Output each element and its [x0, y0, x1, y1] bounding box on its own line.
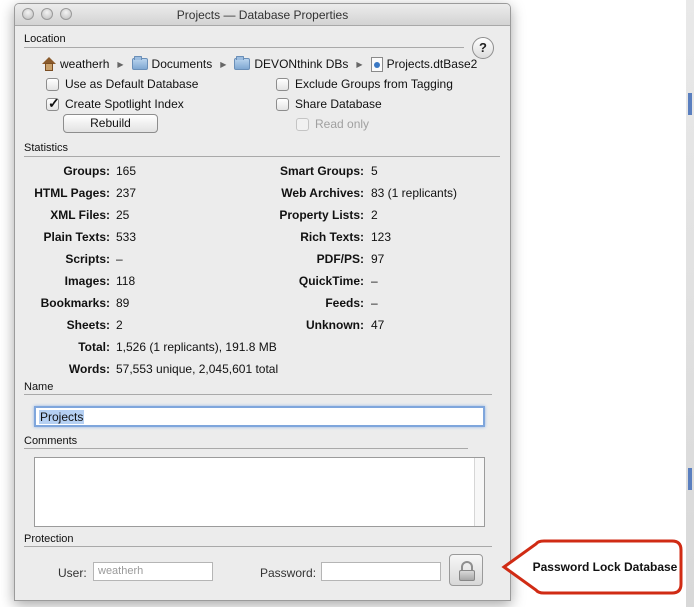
stat-value-plain-texts: 533 [116, 230, 137, 244]
stat-key-rich-texts: Rich Texts: [300, 230, 364, 244]
title-bar[interactable]: Projects — Database Properties [15, 4, 510, 26]
stat-value-web-archives: 83 (1 replicants) [371, 186, 458, 200]
comments-section-label: Comments [24, 435, 78, 447]
read-only-label: Read only [315, 117, 370, 131]
use-default-database-option[interactable]: Use as Default Database [46, 77, 198, 91]
share-database-label: Share Database [295, 97, 382, 111]
stat-value-images: 118 [116, 274, 136, 288]
stat-key-property-lists: Property Lists: [279, 208, 364, 222]
database-properties-window: Projects — Database Properties Location … [14, 3, 511, 601]
password-lock-callout: Password Lock Database [500, 538, 684, 596]
stat-key-total: Total: [78, 340, 110, 354]
stat-key-feeds: Feeds: [325, 296, 364, 310]
exclude-groups-checkbox[interactable] [276, 77, 289, 91]
path-item-home[interactable]: weatherh [42, 57, 109, 71]
path-item-documents[interactable]: Documents [131, 56, 213, 71]
path-item-label: Documents [151, 57, 213, 71]
statistics-section-label: Statistics [24, 142, 69, 154]
folder-icon [234, 56, 251, 70]
share-database-checkbox[interactable] [276, 97, 289, 111]
use-default-database-checkbox[interactable] [46, 77, 59, 91]
background-selection-mark [688, 93, 692, 115]
user-label: User: [58, 566, 87, 580]
stat-key-xml-files: XML Files: [50, 208, 110, 222]
background-selection-mark [688, 468, 692, 490]
path-separator-icon: ▶ [220, 59, 227, 69]
stat-value-sheets: 2 [116, 318, 123, 332]
folder-icon [131, 56, 148, 70]
create-spotlight-index-checkbox[interactable] [46, 95, 60, 112]
stat-value-rich-texts: 123 [371, 230, 392, 244]
comments-textarea[interactable] [34, 457, 485, 527]
share-database-option[interactable]: Share Database [276, 97, 382, 111]
path-item-database[interactable]: Projects.dtBase2 [370, 56, 478, 72]
rebuild-button[interactable]: Rebuild [63, 114, 158, 133]
name-input-value: Projects [39, 410, 85, 424]
path-item-devonthink-dbs[interactable]: DEVONthink DBs [234, 56, 349, 71]
path-item-label: DEVONthink DBs [254, 57, 349, 71]
stat-key-html-pages: HTML Pages: [34, 186, 110, 200]
read-only-checkbox [296, 117, 309, 131]
path-bar: weatherh ▶ Documents ▶ DEVONthink DBs ▶ … [42, 54, 485, 74]
stat-value-quicktime: – [371, 274, 378, 288]
stat-key-web-archives: Web Archives: [281, 186, 364, 200]
comments-divider [24, 448, 468, 449]
comments-scrollbar[interactable] [474, 458, 484, 526]
read-only-option: Read only [296, 117, 369, 131]
location-section-label: Location [24, 33, 66, 45]
background-window-edge [686, 0, 694, 607]
stat-value-unknown: 47 [371, 318, 385, 332]
password-lock-button[interactable] [449, 554, 483, 586]
stat-key-plain-texts: Plain Texts: [43, 230, 110, 244]
stat-value-html-pages: 237 [116, 186, 137, 200]
path-separator-icon: ▶ [117, 59, 124, 69]
stat-key-quicktime: QuickTime: [298, 274, 364, 288]
exclude-groups-label: Exclude Groups from Tagging [295, 77, 453, 91]
stat-key-unknown: Unknown: [306, 318, 364, 332]
create-spotlight-index-label: Create Spotlight Index [65, 97, 184, 111]
name-divider [24, 394, 492, 395]
stat-value-words: 57,553 unique, 2,045,601 total [116, 362, 279, 376]
statistics-divider [24, 156, 500, 157]
stat-key-images: Images: [64, 274, 110, 288]
stat-key-bookmarks: Bookmarks: [40, 296, 110, 310]
password-label: Password: [260, 566, 317, 580]
callout-text: Password Lock Database [532, 560, 678, 574]
stat-key-sheets: Sheets: [66, 318, 110, 332]
path-separator-icon: ▶ [356, 59, 363, 69]
window-title: Projects — Database Properties [176, 8, 349, 22]
database-icon [370, 56, 383, 72]
exclude-groups-option[interactable]: Exclude Groups from Tagging [276, 77, 453, 91]
name-input[interactable]: Projects [34, 406, 485, 427]
stat-value-scripts: – [116, 252, 123, 266]
stat-key-smart-groups: Smart Groups: [279, 164, 364, 178]
name-section-label: Name [24, 381, 54, 393]
stat-key-words: Words: [68, 362, 110, 376]
path-item-label: Projects.dtBase2 [386, 57, 478, 71]
stat-value-bookmarks: 89 [116, 296, 130, 310]
path-item-label: weatherh [60, 57, 110, 71]
stat-key-groups: Groups: [63, 164, 110, 178]
password-field[interactable] [321, 562, 441, 581]
stat-value-smart-groups: 5 [371, 164, 378, 178]
stat-value-property-lists: 2 [371, 208, 378, 222]
stat-value-feeds: – [371, 296, 378, 310]
user-field[interactable]: weatherh [93, 562, 213, 581]
protection-section-label: Protection [24, 533, 74, 545]
use-default-database-label: Use as Default Database [65, 77, 199, 91]
stat-key-scripts: Scripts: [65, 252, 110, 266]
home-icon [42, 57, 56, 71]
stat-value-total: 1,526 (1 replicants), 191.8 MB [116, 340, 277, 354]
stat-value-pdf-ps: 97 [371, 252, 385, 266]
lock-icon-body [459, 570, 475, 581]
stat-value-groups: 165 [116, 164, 137, 178]
stat-key-pdf-ps: PDF/PS: [316, 252, 364, 266]
stat-value-xml-files: 25 [116, 208, 130, 222]
create-spotlight-index-option[interactable]: Create Spotlight Index [46, 95, 184, 112]
protection-divider [24, 546, 492, 547]
location-divider [24, 47, 464, 48]
